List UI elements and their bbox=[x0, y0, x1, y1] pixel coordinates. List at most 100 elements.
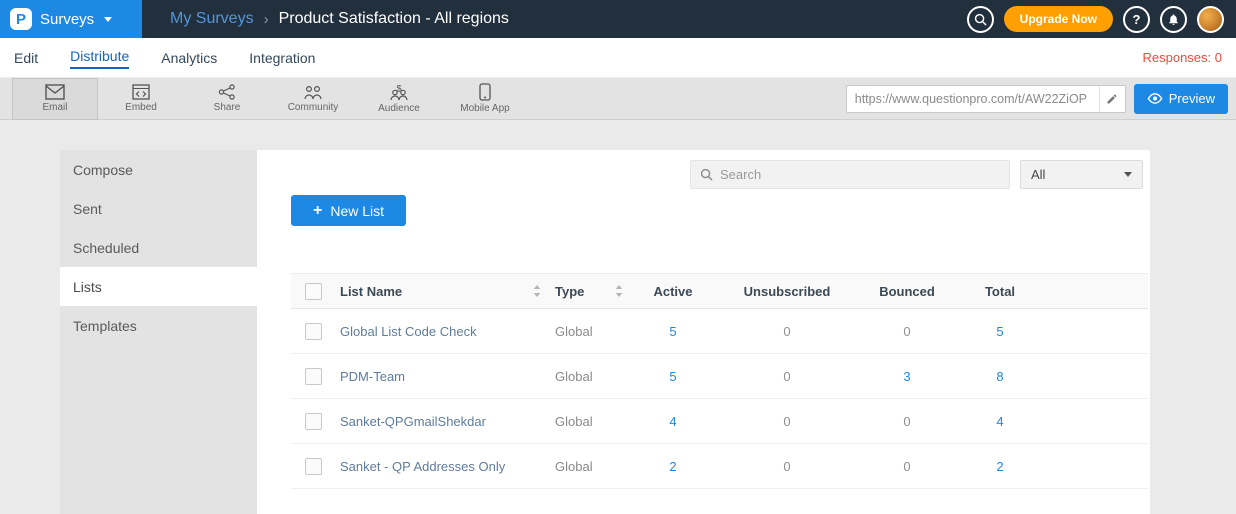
total-count[interactable]: 2 bbox=[957, 459, 1043, 474]
list-type: Global bbox=[555, 369, 593, 384]
plus-icon: + bbox=[313, 202, 322, 220]
surveys-product-menu[interactable]: P Surveys bbox=[0, 0, 142, 38]
sort-icon[interactable] bbox=[615, 285, 623, 297]
list-type: Global bbox=[555, 459, 593, 474]
lists-panel: All + New List List Name Type Active Uns… bbox=[257, 150, 1150, 514]
tab-edit[interactable]: Edit bbox=[14, 48, 38, 68]
new-list-label: New List bbox=[330, 203, 384, 219]
distribute-toolbar: Email Embed Share Community $ Audience M… bbox=[0, 78, 1236, 120]
page-title: Product Satisfaction - All regions bbox=[279, 10, 509, 28]
sort-icon[interactable] bbox=[533, 285, 541, 297]
survey-url-box bbox=[846, 85, 1126, 113]
notifications-button[interactable] bbox=[1160, 6, 1187, 33]
search-input[interactable] bbox=[720, 167, 1009, 182]
select-all-checkbox[interactable] bbox=[305, 283, 322, 300]
toolbar-item-label: Email bbox=[42, 102, 67, 113]
toolbar-item-email[interactable]: Email bbox=[12, 78, 98, 120]
header-active: Active bbox=[629, 284, 717, 299]
toolbar-item-label: Mobile App bbox=[460, 103, 509, 114]
search-box bbox=[690, 160, 1010, 189]
search-icon bbox=[700, 168, 713, 181]
filter-value: All bbox=[1031, 167, 1045, 182]
community-icon bbox=[303, 84, 323, 100]
eye-icon bbox=[1147, 93, 1163, 104]
active-count[interactable]: 2 bbox=[629, 459, 717, 474]
unsubscribed-count[interactable]: 0 bbox=[717, 324, 857, 339]
row-checkbox[interactable] bbox=[305, 458, 322, 475]
upgrade-button[interactable]: Upgrade Now bbox=[1004, 6, 1113, 32]
header-unsubscribed: Unsubscribed bbox=[717, 284, 857, 299]
product-name: Surveys bbox=[40, 11, 94, 28]
header-type: Type bbox=[555, 284, 584, 299]
header-bounced: Bounced bbox=[857, 284, 957, 299]
chevron-down-icon bbox=[104, 17, 112, 22]
mobile-app-icon bbox=[479, 83, 491, 101]
total-count[interactable]: 4 bbox=[957, 414, 1043, 429]
bounced-count[interactable]: 3 bbox=[857, 369, 957, 384]
unsubscribed-count[interactable]: 0 bbox=[717, 414, 857, 429]
filter-dropdown[interactable]: All bbox=[1020, 160, 1143, 189]
email-icon bbox=[45, 84, 65, 100]
avatar[interactable] bbox=[1197, 6, 1224, 33]
tab-analytics[interactable]: Analytics bbox=[161, 48, 217, 68]
pencil-icon bbox=[1106, 93, 1118, 105]
global-search-button[interactable] bbox=[967, 6, 994, 33]
sidebar-item-templates[interactable]: Templates bbox=[60, 306, 257, 345]
table-row: PDM-Team Global 5 0 3 8 bbox=[291, 354, 1148, 399]
total-count[interactable]: 5 bbox=[957, 324, 1043, 339]
tab-distribute[interactable]: Distribute bbox=[70, 46, 129, 69]
list-name-link[interactable]: Sanket - QP Addresses Only bbox=[340, 459, 505, 474]
toolbar-item-label: Audience bbox=[378, 103, 420, 114]
active-count[interactable]: 5 bbox=[629, 324, 717, 339]
sidebar-item-compose[interactable]: Compose bbox=[60, 150, 257, 189]
list-type: Global bbox=[555, 324, 593, 339]
bounced-count[interactable]: 0 bbox=[857, 324, 957, 339]
unsubscribed-count[interactable]: 0 bbox=[717, 459, 857, 474]
table-row: Sanket - QP Addresses Only Global 2 0 0 … bbox=[291, 444, 1148, 489]
top-bar: P Surveys My Surveys › Product Satisfact… bbox=[0, 0, 1236, 38]
toolbar-item-label: Community bbox=[288, 102, 339, 113]
help-button[interactable]: ? bbox=[1123, 6, 1150, 33]
question-mark-icon: ? bbox=[1133, 12, 1141, 27]
table-row: Sanket-QPGmailShekdar Global 4 0 0 4 bbox=[291, 399, 1148, 444]
lists-table: List Name Type Active Unsubscribed Bounc… bbox=[291, 273, 1148, 489]
breadcrumb-my-surveys[interactable]: My Surveys bbox=[170, 10, 254, 28]
toolbar-item-community[interactable]: Community bbox=[270, 78, 356, 120]
list-name-link[interactable]: Global List Code Check bbox=[340, 324, 477, 339]
toolbar-item-embed[interactable]: Embed bbox=[98, 78, 184, 120]
embed-icon bbox=[132, 84, 150, 100]
responses-count: Responses: 0 bbox=[1143, 50, 1223, 65]
table-row: Global List Code Check Global 5 0 0 5 bbox=[291, 309, 1148, 354]
survey-url-input[interactable] bbox=[847, 92, 1099, 106]
share-icon bbox=[218, 84, 236, 100]
bounced-count[interactable]: 0 bbox=[857, 414, 957, 429]
toolbar-item-mobile-app[interactable]: Mobile App bbox=[442, 78, 528, 120]
survey-url-section: Preview bbox=[846, 84, 1236, 114]
row-checkbox[interactable] bbox=[305, 323, 322, 340]
row-checkbox[interactable] bbox=[305, 368, 322, 385]
toolbar-item-share[interactable]: Share bbox=[184, 78, 270, 120]
topbar-actions: Upgrade Now ? bbox=[967, 6, 1236, 33]
preview-button[interactable]: Preview bbox=[1134, 84, 1228, 114]
new-list-button[interactable]: + New List bbox=[291, 195, 406, 226]
sidebar-item-sent[interactable]: Sent bbox=[60, 189, 257, 228]
sidebar-item-scheduled[interactable]: Scheduled bbox=[60, 228, 257, 267]
active-count[interactable]: 5 bbox=[629, 369, 717, 384]
list-name-link[interactable]: PDM-Team bbox=[340, 369, 405, 384]
bell-icon bbox=[1167, 13, 1180, 26]
search-icon bbox=[974, 13, 987, 26]
toolbar-item-audience[interactable]: $ Audience bbox=[356, 78, 442, 120]
total-count[interactable]: 8 bbox=[957, 369, 1043, 384]
header-total: Total bbox=[957, 284, 1043, 299]
active-count[interactable]: 4 bbox=[629, 414, 717, 429]
questionpro-logo: P bbox=[10, 8, 32, 30]
sidebar-item-lists[interactable]: Lists bbox=[60, 267, 257, 306]
preview-label: Preview bbox=[1169, 91, 1215, 106]
tab-integration[interactable]: Integration bbox=[249, 48, 315, 68]
list-name-link[interactable]: Sanket-QPGmailShekdar bbox=[340, 414, 486, 429]
row-checkbox[interactable] bbox=[305, 413, 322, 430]
breadcrumb: My Surveys › Product Satisfaction - All … bbox=[170, 10, 509, 28]
bounced-count[interactable]: 0 bbox=[857, 459, 957, 474]
edit-url-button[interactable] bbox=[1099, 86, 1125, 112]
unsubscribed-count[interactable]: 0 bbox=[717, 369, 857, 384]
